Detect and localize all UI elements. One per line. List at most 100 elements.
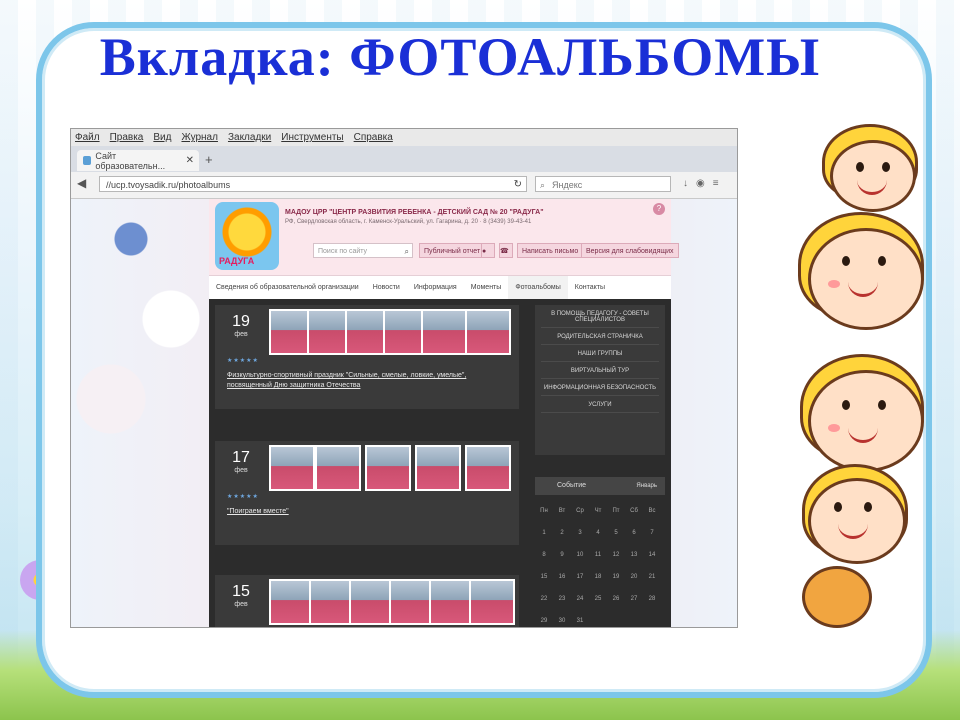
phone-icon[interactable]: ☎ [499,243,513,258]
calendar-day[interactable]: 14 [643,546,661,565]
calendar-day[interactable]: 20 [625,568,643,587]
calendar-day[interactable]: 6 [625,524,643,543]
browser-menubar: Файл Правка Вид Журнал Закладки Инструме… [71,129,737,146]
tab-strip: Сайт образовательн... ✕ + [71,146,737,172]
nav-news[interactable]: Новости [366,276,407,300]
album-photo[interactable] [269,445,315,491]
browser-search-field[interactable]: ⌕ Яндекс [535,176,671,192]
accessibility-icon[interactable]: ? [653,203,665,215]
child-face [808,370,924,472]
calendar-next-link[interactable]: Январь [636,477,657,495]
nav-moments[interactable]: Моменты [464,276,509,300]
site-search-input[interactable]: Поиск по сайту ⌕ [313,243,413,258]
menu-history[interactable]: Журнал [181,132,218,143]
album-card[interactable]: 19 фев ★★★★★ Физкультурно-спортивный пра… [215,305,519,409]
calendar-day[interactable]: 16 [553,568,571,587]
calendar-day[interactable]: 23 [553,590,571,609]
calendar-day[interactable]: 4 [589,524,607,543]
album-photo[interactable] [415,445,461,491]
album-photo[interactable] [315,445,361,491]
calendar-day[interactable]: 28 [643,590,661,609]
sidebar-item-services[interactable]: УСЛУГИ [541,402,659,413]
close-tab-icon[interactable]: ✕ [186,155,194,166]
calendar-day[interactable]: 3 [571,524,589,543]
menu-file[interactable]: Файл [75,132,100,143]
menu-bookmarks[interactable]: Закладки [228,132,271,143]
calendar-day[interactable]: 30 [553,612,571,627]
refresh-icon[interactable]: ↻ [514,177,522,193]
album-photo[interactable] [469,579,515,625]
calendar-day[interactable]: 22 [535,590,553,609]
nav-info[interactable]: Информация [407,276,464,300]
album-month: фев [234,467,248,474]
album-month: фев [234,601,248,608]
site-logo[interactable]: РАДУГА [215,202,279,270]
calendar-day[interactable]: 26 [607,590,625,609]
public-report-button[interactable]: Публичный отчет [419,243,486,258]
album-photo[interactable] [465,445,511,491]
download-icon[interactable]: ↓ [683,178,688,189]
calendar-day[interactable]: 25 [589,590,607,609]
album-photo[interactable] [365,445,411,491]
back-arrow-icon[interactable]: ◀ [77,176,86,190]
calendar-day[interactable]: 19 [607,568,625,587]
calendar-day[interactable]: 1 [535,524,553,543]
new-tab-icon[interactable]: + [205,152,213,167]
album-photo[interactable] [465,309,511,355]
calendar-day[interactable]: 7 [643,524,661,543]
album-card[interactable]: 17 фев ★★★★★ "Поиграем вместе" [215,441,519,545]
sidebar-item-virtual-tour[interactable]: ВИРТУАЛЬНЫЙ ТУР [541,368,659,379]
calendar-day[interactable]: 21 [643,568,661,587]
calendar-day[interactable]: 17 [571,568,589,587]
nav-about[interactable]: Сведения об образовательной организации [209,276,366,300]
calendar-day[interactable]: 29 [535,612,553,627]
page-background-flowers [71,199,211,627]
child-eye [864,502,872,512]
cartoon-children-illustration [752,104,952,644]
sidebar-item-groups[interactable]: НАШИ ГРУППЫ [541,351,659,362]
calendar-day[interactable]: 13 [625,546,643,565]
low-vision-button[interactable]: Версия для слабовидящих [581,243,679,258]
chat-icon[interactable]: ◉ [696,178,705,189]
organization-name: МАДОУ ЦРР "ЦЕНТР РАЗВИТИЯ РЕБЕНКА - ДЕТС… [285,209,544,216]
nav-contacts[interactable]: Контакты [568,276,612,300]
calendar-day[interactable]: 2 [553,524,571,543]
menu-help[interactable]: Справка [354,132,393,143]
album-card[interactable]: 15 фев [215,575,519,627]
site-search-icon[interactable]: ⌕ [405,244,409,259]
child-eye [878,256,886,266]
calendar-day[interactable]: 31 [571,612,589,627]
browser-tab[interactable]: Сайт образовательн... ✕ [77,150,199,171]
calendar-day[interactable]: 11 [589,546,607,565]
calendar-day[interactable]: 12 [607,546,625,565]
calendar-day[interactable]: 27 [625,590,643,609]
content-area: 19 фев ★★★★★ Физкультурно-спортивный пра… [209,299,671,627]
calendar-day[interactable]: 18 [589,568,607,587]
sidebar-item-info-security[interactable]: ИНФОРМАЦИОННАЯ БЕЗОПАСНОСТЬ [541,385,659,396]
calendar-day[interactable]: 15 [535,568,553,587]
user-icon[interactable]: ● [481,243,495,258]
calendar-day[interactable]: 9 [553,546,571,565]
calendar-day[interactable]: 10 [571,546,589,565]
favicon-icon [83,156,92,165]
sidebar-item-teacher-help[interactable]: В ПОМОЩЬ ПЕДАГОГУ - СОВЕТЫ СПЕЦИАЛИСТОВ [541,311,659,328]
menu-view[interactable]: Вид [153,132,171,143]
calendar-day[interactable]: 8 [535,546,553,565]
album-title-link[interactable]: "Поиграем вместе" [227,507,487,517]
logo-text: РАДУГА [219,256,255,266]
menu-tools[interactable]: Инструменты [281,132,343,143]
album-day: 15 [232,583,250,600]
child-face [808,228,924,330]
nav-photoalbums[interactable]: Фотоальбомы [508,276,568,300]
sidebar-item-parents[interactable]: РОДИТЕЛЬСКАЯ СТРАНИЧКА [541,334,659,345]
menu-icon[interactable]: ≡ [713,178,719,189]
menu-edit[interactable]: Правка [110,132,144,143]
calendar-day[interactable]: 5 [607,524,625,543]
write-letter-button[interactable]: Написать письмо [517,243,584,258]
album-date: 15 фев [221,583,261,623]
child-eye [856,162,864,172]
album-photo[interactable] [421,309,467,355]
calendar-day[interactable]: 24 [571,590,589,609]
address-bar[interactable]: //ucp.tvoysadik.ru/photoalbums ↻ [99,176,527,192]
album-title-link[interactable]: Физкультурно-спортивный праздник "Сильны… [227,371,487,391]
